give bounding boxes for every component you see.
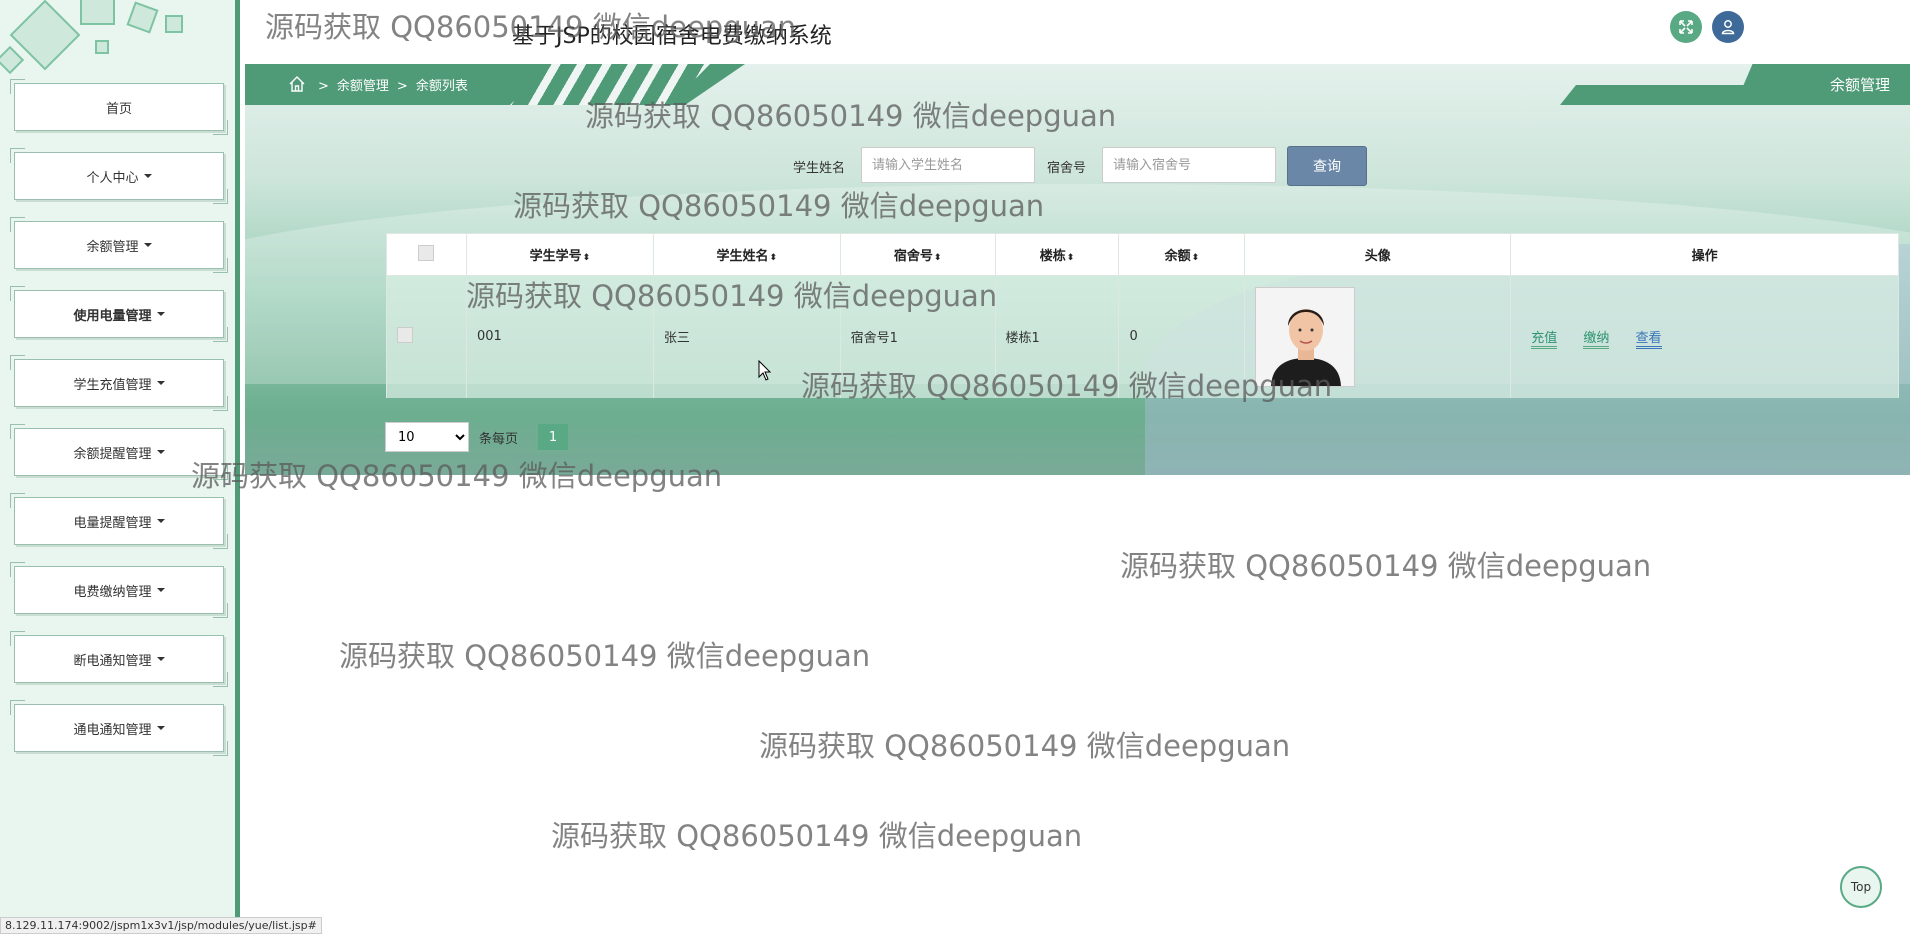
- cell-student-name: 张三: [652, 275, 841, 398]
- col-balance[interactable]: 余额⬍: [1118, 233, 1246, 276]
- caret-down-icon: [156, 519, 165, 523]
- sidebar-item-label: 首页: [105, 101, 132, 117]
- sidebar-item-label: 余额管理: [86, 239, 139, 255]
- sidebar-item-balance-management[interactable]: 余额管理: [10, 217, 228, 273]
- col-actions: 操作: [1510, 233, 1899, 276]
- caret-down-icon: [156, 657, 165, 661]
- sidebar-item-home[interactable]: 首页: [10, 79, 228, 135]
- breadcrumb-separator: >: [396, 79, 408, 94]
- watermark: 源码获取 QQ86050149 微信deepguan: [339, 639, 871, 673]
- sort-icon: ⬍: [1066, 253, 1075, 263]
- table-row: 001 张三 宿舍号1 楼栋1 0 充值 缴纳 查看: [386, 275, 1899, 398]
- sidebar-item-label: 电量提醒管理: [73, 515, 152, 531]
- cell-student-id: 001: [465, 275, 654, 398]
- home-icon[interactable]: [288, 75, 306, 93]
- section-tab: 余额管理: [1735, 64, 1910, 105]
- sort-icon: ⬍: [582, 253, 591, 263]
- sidebar-item-label: 个人中心: [86, 170, 139, 186]
- caret-down-icon: [156, 381, 165, 385]
- caret-down-icon: [156, 726, 165, 730]
- sidebar-item-label: 断电通知管理: [73, 653, 152, 669]
- main-panel: > 余额管理 > 余额列表 余额管理 学生姓名 宿舍号 查询 学生学号⬍ 学生姓名⬍ …: [245, 64, 1910, 475]
- view-link[interactable]: 查看: [1635, 331, 1662, 350]
- col-dorm[interactable]: 宿舍号⬍: [839, 233, 996, 276]
- caret-down-icon: [156, 450, 165, 454]
- watermark: 源码获取 QQ86050149 微信deepguan: [1120, 549, 1652, 583]
- select-all-checkbox[interactable]: [418, 244, 435, 261]
- sidebar-item-label: 使用电量管理: [73, 308, 152, 324]
- sidebar-item-label: 学生充值管理: [73, 377, 152, 393]
- sidebar-item-power-on-notice[interactable]: 通电通知管理: [10, 700, 228, 756]
- dorm-label: 宿舍号: [1047, 161, 1087, 176]
- cell-balance: 0: [1118, 275, 1246, 398]
- mouse-cursor-icon: [758, 360, 772, 381]
- sort-icon: ⬍: [933, 253, 942, 263]
- sidebar-item-fee-payment[interactable]: 电费缴纳管理: [10, 562, 228, 618]
- cell-actions: 充值 缴纳 查看: [1510, 275, 1899, 398]
- user-button[interactable]: [1712, 11, 1744, 43]
- search-button[interactable]: 查询: [1287, 146, 1367, 186]
- caret-down-icon: [143, 243, 152, 247]
- dorm-input[interactable]: [1102, 147, 1276, 183]
- select-all-cell: [386, 233, 467, 276]
- sidebar-item-usage-management[interactable]: 使用电量管理: [10, 286, 228, 342]
- sidebar-item-label: 余额提醒管理: [73, 446, 152, 462]
- watermark: 源码获取 QQ86050149 微信deepguan: [551, 819, 1083, 853]
- pay-link[interactable]: 缴纳: [1583, 331, 1610, 350]
- watermark: 源码获取 QQ86050149 微信deepguan: [759, 729, 1291, 763]
- col-student-id[interactable]: 学生学号⬍: [465, 233, 654, 276]
- breadcrumb-separator: >: [318, 79, 329, 94]
- breadcrumb-balance-list: 余额列表: [415, 79, 468, 94]
- sidebar: 首页 个人中心 余额管理 使用电量管理 学生充值管理 余额提醒管理 电量提醒管理…: [0, 0, 240, 934]
- user-icon: [1721, 20, 1735, 35]
- fullscreen-button[interactable]: [1670, 11, 1702, 43]
- sidebar-item-usage-reminder[interactable]: 电量提醒管理: [10, 493, 228, 549]
- sidebar-item-power-off-notice[interactable]: 断电通知管理: [10, 631, 228, 687]
- sidebar-item-balance-reminder[interactable]: 余额提醒管理: [10, 424, 228, 480]
- caret-down-icon: [156, 312, 165, 316]
- sidebar-decoration: [0, 0, 200, 85]
- cell-building: 楼栋1: [994, 275, 1120, 398]
- sidebar-nav: 首页 个人中心 余额管理 使用电量管理 学生充值管理 余额提醒管理 电量提醒管理…: [10, 79, 228, 773]
- balance-table: 学生学号⬍ 学生姓名⬍ 宿舍号⬍ 楼栋⬍ 余额⬍ 头像 操作 001 张三 宿舍…: [386, 233, 1899, 398]
- row-select-cell: [386, 275, 467, 398]
- row-checkbox[interactable]: [397, 326, 413, 343]
- page-size-select[interactable]: 10: [385, 422, 469, 452]
- per-page-label: 条每页: [479, 432, 519, 447]
- col-student-name[interactable]: 学生姓名⬍: [652, 233, 841, 276]
- col-avatar: 头像: [1244, 233, 1512, 276]
- avatar[interactable]: [1255, 286, 1356, 387]
- sort-icon: ⬍: [769, 253, 778, 263]
- sidebar-item-label: 通电通知管理: [73, 722, 152, 738]
- student-name-input[interactable]: [861, 147, 1035, 183]
- col-building[interactable]: 楼栋⬍: [994, 233, 1120, 276]
- app-title: 基于JSP的校园宿舍电费缴纳系统: [512, 24, 832, 49]
- caret-down-icon: [156, 588, 165, 592]
- cell-dorm: 宿舍号1: [839, 275, 996, 398]
- sidebar-item-personal-center[interactable]: 个人中心: [10, 148, 228, 204]
- page-number[interactable]: 1: [538, 424, 568, 450]
- sidebar-item-recharge-management[interactable]: 学生充值管理: [10, 355, 228, 411]
- back-to-top-button[interactable]: Top: [1840, 866, 1882, 908]
- student-name-label: 学生姓名: [793, 161, 846, 176]
- cell-avatar: [1244, 275, 1512, 398]
- table-header-row: 学生学号⬍ 学生姓名⬍ 宿舍号⬍ 楼栋⬍ 余额⬍ 头像 操作: [386, 233, 1899, 276]
- recharge-link[interactable]: 充值: [1531, 331, 1558, 350]
- breadcrumb-balance-management[interactable]: 余额管理: [337, 79, 389, 94]
- caret-down-icon: [143, 174, 152, 178]
- sort-icon: ⬍: [1191, 253, 1200, 263]
- status-bar-url: 8.129.11.174:9002/jspm1x3v1/jsp/modules/…: [0, 917, 322, 934]
- expand-icon: [1679, 20, 1693, 34]
- sidebar-item-label: 电费缴纳管理: [73, 584, 152, 600]
